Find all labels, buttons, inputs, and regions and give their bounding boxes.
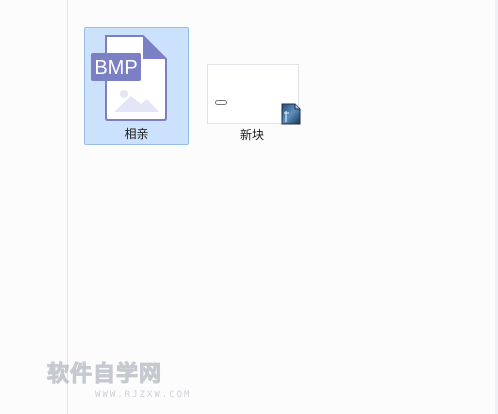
navigation-pane-divider[interactable] [67, 0, 68, 414]
watermark-logo-text: 软件自学网 [47, 362, 163, 387]
watermark-url-text: WWW.RJZXW.COM [95, 390, 192, 400]
thumbnail-shape [215, 100, 227, 105]
document-app-overlay-icon [281, 103, 301, 125]
bmp-image-file-icon: BMP [91, 35, 167, 121]
file-name-label: 新块 [239, 128, 264, 142]
file-type-badge: BMP [94, 57, 137, 79]
file-explorer-view: BMP 相亲 新块 软件自学网 WWW.RJZXW.COM [0, 0, 498, 414]
file-item-document[interactable]: 新块 [200, 56, 304, 144]
file-name-label: 相亲 [124, 127, 149, 141]
file-item-bmp[interactable]: BMP 相亲 [84, 27, 189, 145]
